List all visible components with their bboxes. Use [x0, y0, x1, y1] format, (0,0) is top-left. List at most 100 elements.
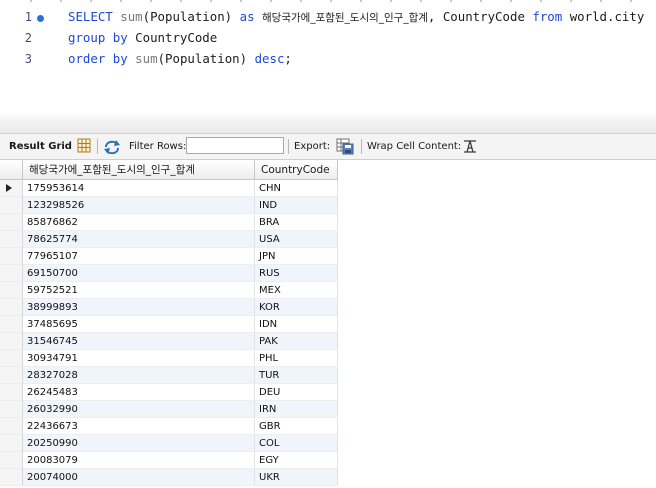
cell-countrycode[interactable]: TUR — [255, 367, 338, 384]
table-row[interactable]: 78625774 USA — [0, 231, 338, 248]
table-row[interactable]: 37485695 IDN — [0, 316, 338, 333]
cell-countrycode[interactable]: IRN — [255, 401, 338, 418]
cell-population-sum[interactable]: 69150700 — [23, 265, 255, 282]
cell-countrycode[interactable]: USA — [255, 231, 338, 248]
cell-countrycode[interactable]: UKR — [255, 469, 338, 486]
cell-population-sum[interactable]: 59752521 — [23, 282, 255, 299]
cell-population-sum[interactable]: 123298526 — [23, 197, 255, 214]
row-header[interactable] — [0, 231, 23, 248]
cell-countrycode[interactable]: IND — [255, 197, 338, 214]
table-row[interactable]: 175953614 CHN — [0, 180, 338, 197]
cell-countrycode[interactable]: RUS — [255, 265, 338, 282]
cell-countrycode[interactable]: BRA — [255, 214, 338, 231]
keyword: by — [112, 51, 128, 66]
cell-population-sum[interactable]: 20083079 — [23, 452, 255, 469]
cell-population-sum[interactable]: 30934791 — [23, 350, 255, 367]
table-row[interactable]: 85876862 BRA — [0, 214, 338, 231]
line-number: 2 — [24, 31, 32, 45]
column-header-countrycode[interactable]: CountryCode — [255, 160, 338, 180]
row-header[interactable] — [0, 418, 23, 435]
cell-countrycode[interactable]: COL — [255, 435, 338, 452]
cell-countrycode[interactable]: PHL — [255, 350, 338, 367]
cell-countrycode[interactable]: PAK — [255, 333, 338, 350]
cell-population-sum[interactable]: 175953614 — [23, 180, 255, 197]
sql-code[interactable]: order by sum(Population) desc; — [68, 51, 292, 66]
editor-line-3[interactable]: 3 order by sum(Population) desc; — [0, 49, 656, 69]
table-row[interactable]: 28327028 TUR — [0, 367, 338, 384]
export-icon[interactable] — [336, 138, 354, 158]
wrap-text-icon[interactable] — [463, 140, 477, 156]
table-row[interactable]: 77965107 JPN — [0, 248, 338, 265]
sql-code[interactable]: SELECT sum(Population) as 해당국가에_포함된_도시의_… — [68, 9, 644, 25]
cell-countrycode[interactable]: KOR — [255, 299, 338, 316]
cell-population-sum[interactable]: 20250990 — [23, 435, 255, 452]
table-row[interactable]: 38999893 KOR — [0, 299, 338, 316]
table-row[interactable]: 22436673 GBR — [0, 418, 338, 435]
cell-countrycode[interactable]: CHN — [255, 180, 338, 197]
row-header[interactable] — [0, 180, 23, 197]
row-header[interactable] — [0, 350, 23, 367]
editor-line-2[interactable]: 2 group by CountryCode — [0, 28, 656, 48]
table-row[interactable]: 20074000 UKR — [0, 469, 338, 486]
cell-population-sum[interactable]: 22436673 — [23, 418, 255, 435]
cell-countrycode[interactable]: DEU — [255, 384, 338, 401]
sql-editor[interactable]: 1 SELECT sum(Population) as 해당국가에_포함된_도시… — [0, 0, 656, 112]
cell-population-sum[interactable]: 37485695 — [23, 316, 255, 333]
table-row[interactable]: 59752521 MEX — [0, 282, 338, 299]
grid-header: 해당국가에_포함된_도시의_인구_합계 CountryCode — [0, 160, 338, 180]
cell-population-sum[interactable]: 38999893 — [23, 299, 255, 316]
code-text: ; — [284, 51, 292, 66]
table-row[interactable]: 31546745 PAK — [0, 333, 338, 350]
keyword: as — [239, 9, 255, 24]
code-text: CountryCode — [135, 30, 218, 45]
cell-population-sum[interactable]: 85876862 — [23, 214, 255, 231]
cell-population-sum[interactable]: 26032990 — [23, 401, 255, 418]
row-header[interactable] — [0, 299, 23, 316]
cell-population-sum[interactable]: 28327028 — [23, 367, 255, 384]
cell-countrycode[interactable]: JPN — [255, 248, 338, 265]
panel-splitter[interactable] — [0, 112, 656, 134]
table-row[interactable]: 26032990 IRN — [0, 401, 338, 418]
cell-population-sum[interactable]: 26245483 — [23, 384, 255, 401]
row-header[interactable] — [0, 469, 23, 486]
row-header[interactable] — [0, 282, 23, 299]
refresh-icon[interactable] — [103, 139, 121, 157]
row-header[interactable] — [0, 452, 23, 469]
sql-code[interactable]: group by CountryCode — [68, 30, 217, 45]
cell-countrycode[interactable]: MEX — [255, 282, 338, 299]
row-header[interactable] — [0, 333, 23, 350]
line-number: 3 — [24, 52, 32, 66]
grid-view-icon[interactable] — [77, 138, 91, 156]
row-header[interactable] — [0, 401, 23, 418]
editor-line-1[interactable]: 1 SELECT sum(Population) as 해당국가에_포함된_도시… — [0, 7, 656, 27]
row-header[interactable] — [0, 435, 23, 452]
row-header[interactable] — [0, 214, 23, 231]
result-grid-tab[interactable]: Result Grid — [9, 134, 72, 159]
table-row[interactable]: 20083079 EGY — [0, 452, 338, 469]
keyword: desc — [254, 51, 285, 66]
row-header[interactable] — [0, 265, 23, 282]
cell-population-sum[interactable]: 31546745 — [23, 333, 255, 350]
row-header[interactable] — [0, 248, 23, 265]
grid-corner[interactable] — [0, 160, 23, 180]
filter-rows-input[interactable] — [186, 137, 284, 154]
table-row[interactable]: 26245483 DEU — [0, 384, 338, 401]
row-header[interactable] — [0, 384, 23, 401]
cell-countrycode[interactable]: EGY — [255, 452, 338, 469]
cell-population-sum[interactable]: 20074000 — [23, 469, 255, 486]
cell-population-sum[interactable]: 77965107 — [23, 248, 255, 265]
table-row[interactable]: 20250990 COL — [0, 435, 338, 452]
current-row-arrow-icon — [6, 184, 12, 192]
cell-countrycode[interactable]: GBR — [255, 418, 338, 435]
column-header-population-sum[interactable]: 해당국가에_포함된_도시의_인구_합계 — [23, 160, 255, 180]
row-header[interactable] — [0, 316, 23, 333]
row-header[interactable] — [0, 367, 23, 384]
cell-population-sum[interactable]: 78625774 — [23, 231, 255, 248]
result-grid[interactable]: 해당국가에_포함된_도시의_인구_합계 CountryCode 17595361… — [0, 160, 656, 488]
table-row[interactable]: 69150700 RUS — [0, 265, 338, 282]
cell-countrycode[interactable]: IDN — [255, 316, 338, 333]
keyword: by — [112, 30, 128, 45]
table-row[interactable]: 123298526 IND — [0, 197, 338, 214]
table-row[interactable]: 30934791 PHL — [0, 350, 338, 367]
row-header[interactable] — [0, 197, 23, 214]
